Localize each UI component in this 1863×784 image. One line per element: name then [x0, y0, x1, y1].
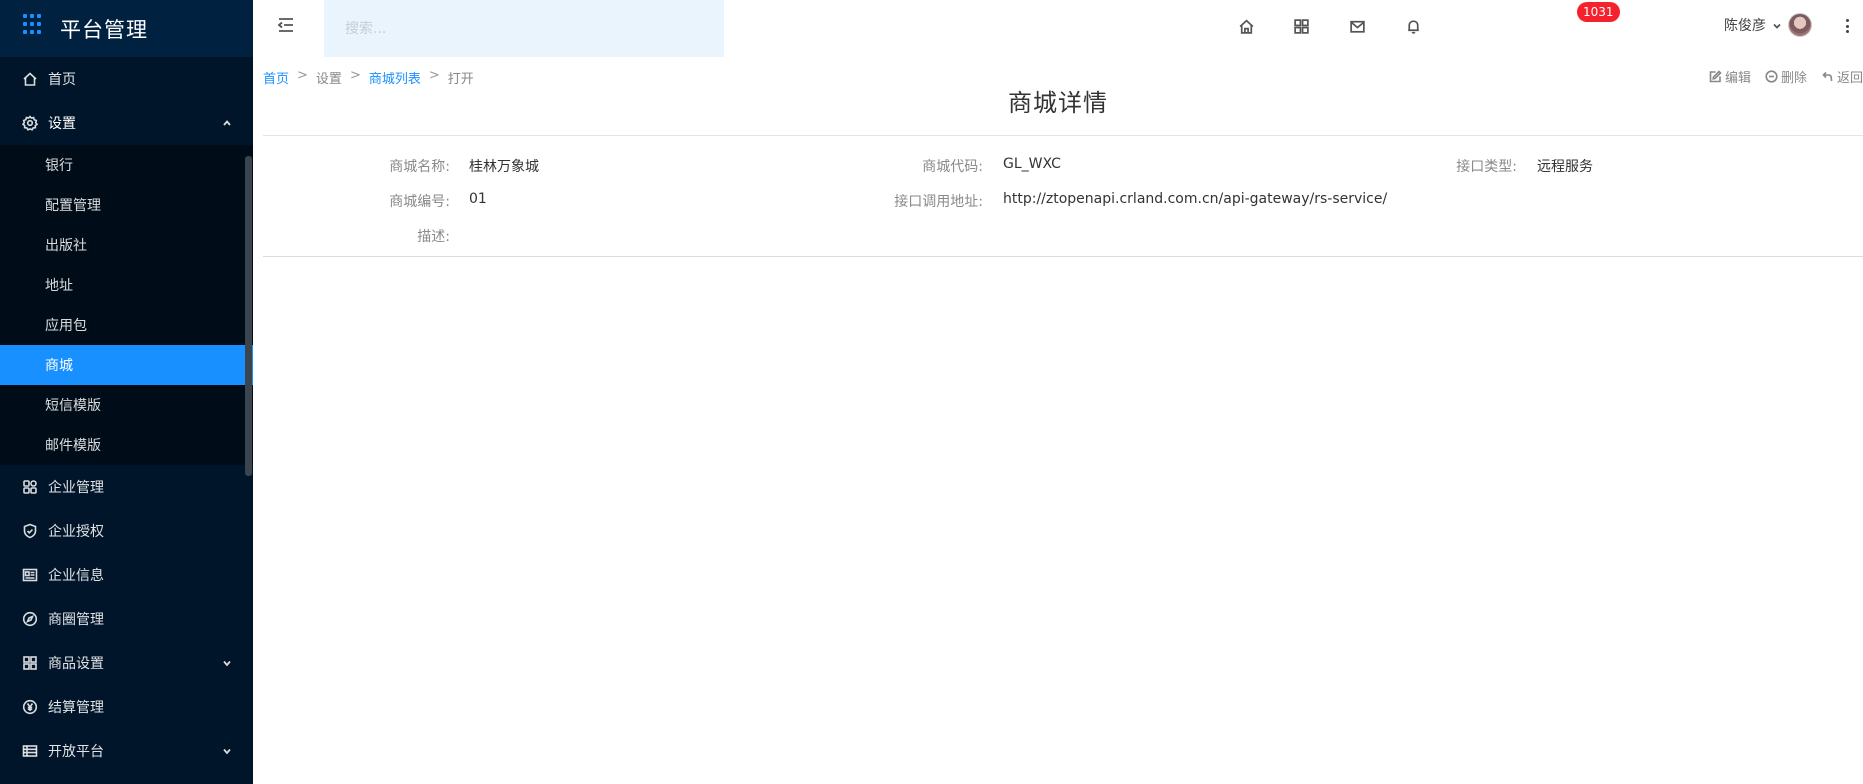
- sidebar-item-label: 地址: [45, 278, 73, 294]
- home-button[interactable]: [1234, 14, 1258, 38]
- app-title: 平台管理: [60, 17, 148, 42]
- sidebar-item-label: 邮件模版: [45, 438, 101, 454]
- api-type-label: 接口类型:: [1456, 159, 1517, 175]
- apps-grid-icon: [23, 13, 45, 36]
- sidebar-item-label: 企业授权: [48, 524, 104, 540]
- divider: [263, 135, 1863, 136]
- sidebar-item-label: 首页: [48, 72, 76, 88]
- mall-name-value: 桂林万象城: [469, 159, 539, 175]
- sidebar-item-business-district[interactable]: 商圈管理: [0, 597, 253, 641]
- sidebar-item-settlement[interactable]: 结算管理: [0, 685, 253, 729]
- mall-number-label: 商城编号:: [389, 194, 450, 210]
- api-url-value: http://ztopenapi.crland.com.cn/api-gatew…: [1003, 191, 1388, 207]
- sidebar-scrollbar[interactable]: [245, 156, 252, 476]
- divider: [263, 256, 1863, 257]
- notification-count-badge: 1031: [1577, 2, 1620, 22]
- yen-icon: [22, 699, 38, 715]
- shield-icon: [22, 523, 38, 539]
- sidebar-item-label: 银行: [45, 158, 73, 174]
- mail-icon: [1349, 20, 1365, 33]
- app-logo[interactable]: 平台管理: [0, 0, 253, 57]
- page-title: 商城详情: [1008, 89, 1108, 117]
- mall-code-value: GL_WXC: [1003, 156, 1061, 172]
- sidebar-item-label: 商圈管理: [48, 612, 104, 628]
- mall-number-value: 01: [469, 191, 487, 207]
- grid-icon: [1293, 18, 1309, 34]
- sidebar-item-product-settings[interactable]: 商品设置: [0, 641, 253, 685]
- sidebar-item-label: 设置: [48, 116, 76, 132]
- chevron-down-icon: [221, 657, 233, 669]
- more-dot-icon: [1845, 19, 1849, 22]
- sidebar: 平台管理 首页 设置 银行 配置管理 出版社 地址 应用包 商城 短信模版 邮件…: [0, 0, 253, 784]
- edit-icon: [1709, 70, 1722, 83]
- sidebar-item-label: 出版社: [45, 238, 87, 254]
- return-icon: [1822, 71, 1833, 82]
- home-icon: [22, 71, 38, 87]
- mall-name-label: 商城名称:: [389, 159, 450, 175]
- sidebar-menu: 首页 设置: [0, 57, 253, 145]
- sidebar-item-label: 商品设置: [48, 656, 104, 672]
- sidebar-item-enterprise-info[interactable]: 企业信息: [0, 553, 253, 597]
- description-label: 描述:: [417, 229, 450, 245]
- avatar[interactable]: [1788, 13, 1812, 37]
- chevron-down-icon: [221, 745, 233, 757]
- sidebar-item-label: 商城: [45, 358, 73, 374]
- sidebar-item-address[interactable]: 地址: [0, 265, 253, 305]
- notifications-button[interactable]: [1401, 14, 1425, 38]
- more-dot-icon: [1845, 24, 1849, 28]
- compass-icon: [22, 611, 38, 627]
- home-icon: [1239, 19, 1253, 34]
- sidebar-menu-lower: 企业管理 企业授权 企业信息 商圈管理 商品设置 结算管理 开放平台: [0, 465, 253, 773]
- sidebar-item-mall[interactable]: 商城: [0, 345, 253, 385]
- sidebar-item-home[interactable]: 首页: [0, 57, 253, 101]
- main-content: 首页 > 设置 > 商城列表 > 打开 编辑 删除 返回 商城详情 商城名称: …: [253, 57, 1863, 784]
- more-menu-button[interactable]: [1839, 14, 1855, 38]
- sidebar-item-settings[interactable]: 设置: [0, 101, 253, 145]
- sidebar-item-label: 企业信息: [48, 568, 104, 584]
- chevron-up-icon: [221, 117, 233, 129]
- api-url-label: 接口调用地址:: [894, 194, 983, 210]
- sidebar-item-label: 应用包: [45, 318, 87, 334]
- sidebar-item-email-template[interactable]: 邮件模版: [0, 425, 253, 465]
- top-header: 1031 陈俊彦: [253, 0, 1863, 57]
- search-input[interactable]: [324, 0, 724, 57]
- sidebar-item-open-platform[interactable]: 开放平台: [0, 729, 253, 773]
- sidebar-item-bank[interactable]: 银行: [0, 145, 253, 185]
- sidebar-item-label: 配置管理: [45, 198, 101, 214]
- apps-button[interactable]: [1289, 14, 1313, 38]
- sidebar-item-label: 短信模版: [45, 398, 101, 414]
- sidebar-item-config[interactable]: 配置管理: [0, 185, 253, 225]
- sidebar-item-label: 开放平台: [48, 744, 104, 760]
- api-type-value: 远程服务: [1537, 159, 1593, 175]
- more-dot-icon: [1845, 30, 1849, 33]
- messages-button[interactable]: [1345, 14, 1369, 38]
- mall-code-label: 商城代码:: [922, 159, 983, 175]
- chevron-down-icon[interactable]: [1772, 19, 1782, 29]
- sidebar-item-publisher[interactable]: 出版社: [0, 225, 253, 265]
- settings-submenu: 银行 配置管理 出版社 地址 应用包 商城 短信模版 邮件模版: [0, 145, 253, 465]
- sidebar-item-label: 企业管理: [48, 480, 104, 496]
- menu-fold-icon: [277, 18, 293, 32]
- bell-icon: [1407, 19, 1419, 34]
- sidebar-item-sms-template[interactable]: 短信模版: [0, 385, 253, 425]
- user-name[interactable]: 陈俊彦: [1724, 15, 1766, 35]
- grid-icon: [22, 655, 38, 671]
- info-card-icon: [22, 567, 38, 583]
- gear-icon: [22, 115, 38, 131]
- sidebar-item-app-package[interactable]: 应用包: [0, 305, 253, 345]
- sidebar-item-label: 结算管理: [48, 700, 104, 716]
- table-icon: [22, 743, 38, 759]
- sidebar-item-enterprise-auth[interactable]: 企业授权: [0, 509, 253, 553]
- building-icon: [22, 479, 38, 495]
- menu-collapse-button[interactable]: [275, 14, 299, 38]
- minus-circle-icon: [1765, 70, 1778, 83]
- sidebar-item-enterprise[interactable]: 企业管理: [0, 465, 253, 509]
